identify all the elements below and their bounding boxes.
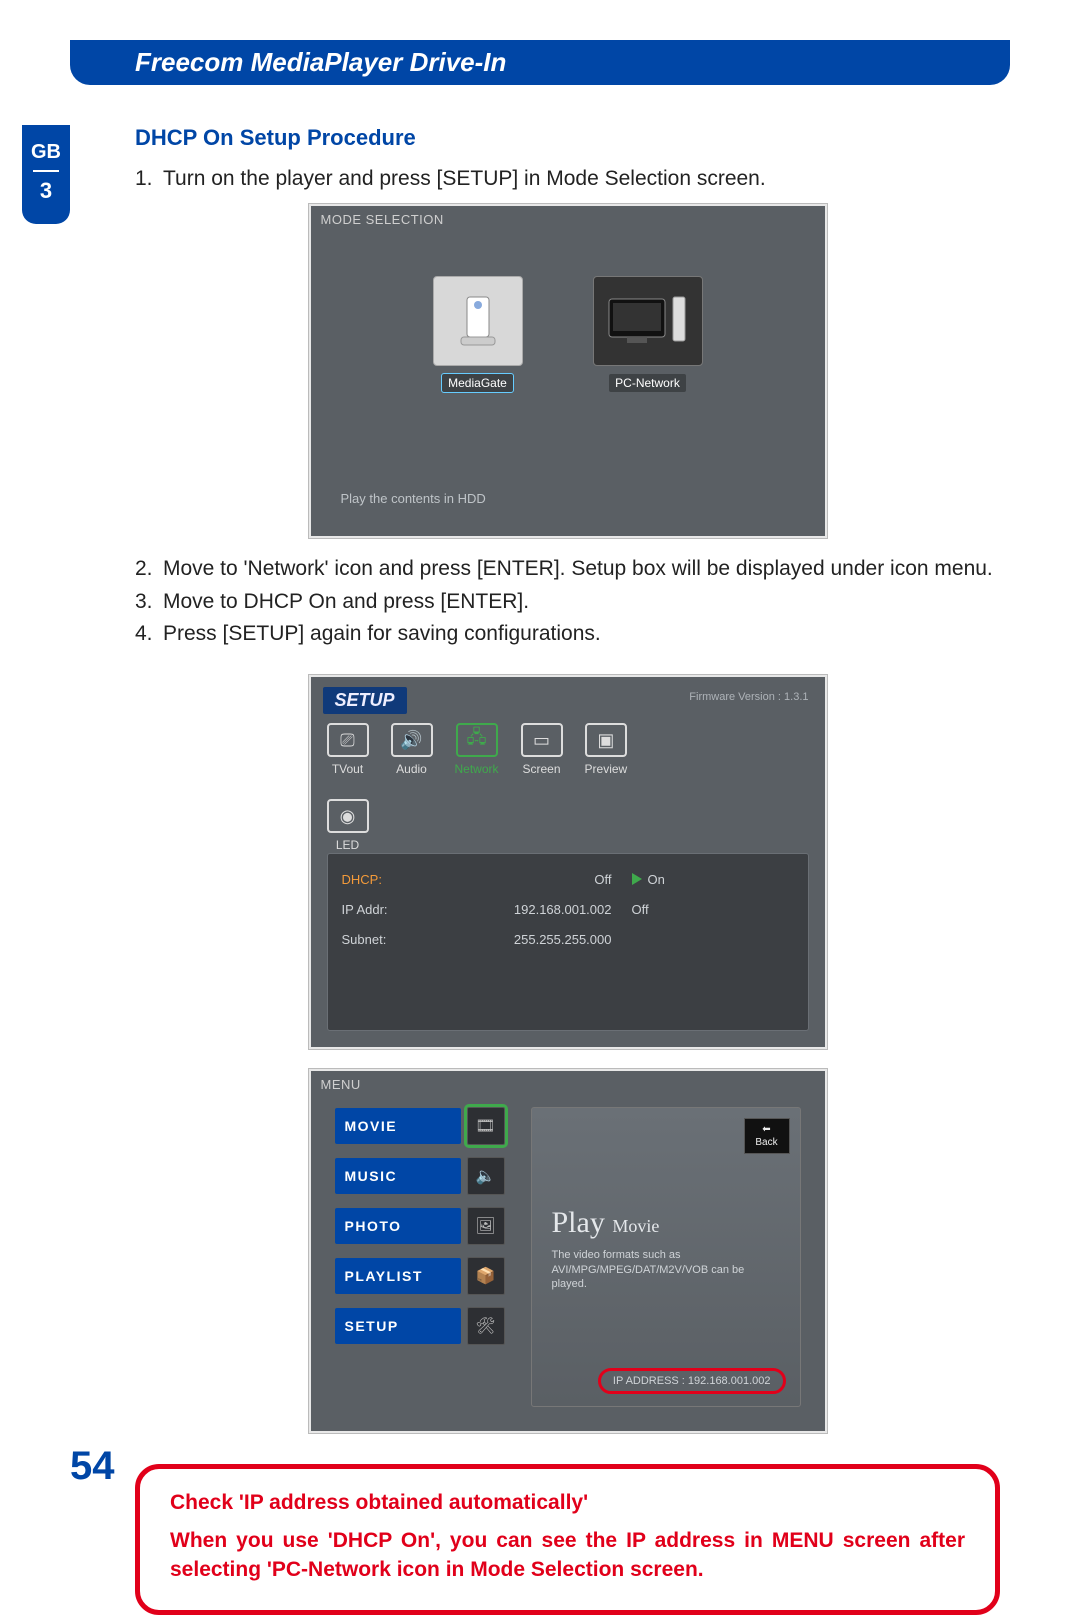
tools-icon: 🛠 — [467, 1307, 505, 1345]
tab-led: ◉LED — [327, 799, 369, 852]
section-title: DHCP On Setup Procedure — [135, 125, 1000, 151]
dhcp-option-on: On — [632, 872, 712, 887]
warning-body: When you use 'DHCP On', you can see the … — [170, 1527, 965, 1584]
side-tab: GB 3 — [22, 125, 70, 224]
setup-title: SETUP — [323, 687, 407, 714]
back-button: ⬅ Back — [744, 1118, 790, 1154]
firmware-version: Firmware Version : 1.3.1 — [689, 691, 808, 703]
page-number: 54 — [70, 1444, 115, 1489]
screenshot-mode-selection: MODE SELECTION MediaGate PC-Network Play… — [308, 203, 828, 539]
ip-value: 192.168.001.002 — [432, 902, 632, 917]
tab-tvout: ⎚TVout — [327, 723, 369, 776]
menu-preview: ⬅ Back Play Movie The video formats such… — [531, 1107, 801, 1407]
pcnetwork-icon — [593, 276, 703, 366]
menu-item-setup: SETUP 🛠 — [335, 1307, 505, 1345]
menu-title: MENU — [321, 1077, 361, 1092]
menu-item-playlist: PLAYLIST 📦 — [335, 1257, 505, 1295]
mediagate-label: MediaGate — [442, 374, 513, 392]
step-4: 4.Press [SETUP] again for saving configu… — [135, 620, 1000, 648]
setup-tabs: ⎚TVout 🔊Audio 🖧Network ▭Screen ▣Preview — [327, 723, 809, 776]
mediagate-icon — [433, 276, 523, 366]
setup-panel: DHCP: Off On IP Addr: 192.168.001.002 Of… — [327, 853, 809, 1031]
mode-selection-title: MODE SELECTION — [321, 212, 444, 227]
side-tab-chapter: 3 — [22, 178, 70, 204]
row-subnet: Subnet: 255.255.255.000 — [342, 924, 794, 954]
menu-list: MOVIE 🎞 MUSIC 🔈 PHOTO 🖼 PLAYLIST 📦 SETUP — [335, 1107, 505, 1345]
image-icon: 🖼 — [467, 1207, 505, 1245]
page-header: Freecom MediaPlayer Drive-In — [70, 40, 1010, 85]
film-icon: 🎞 — [467, 1107, 505, 1145]
tab-screen: ▭Screen — [521, 723, 563, 776]
warning-title: Check 'IP address obtained automatically… — [170, 1491, 965, 1515]
mode-icon-mediagate: MediaGate — [433, 276, 523, 392]
subnet-value: 255.255.255.000 — [432, 932, 632, 947]
tab-network: 🖧Network — [455, 723, 499, 776]
mode-status-text: Play the contents in HDD — [341, 491, 486, 506]
ip-label: IP Addr: — [342, 902, 432, 917]
step-1: 1.Turn on the player and press [SETUP] i… — [135, 165, 1000, 193]
dhcp-value: Off — [432, 872, 632, 887]
screenshot-setup: SETUP Firmware Version : 1.3.1 ⎚TVout 🔊A… — [308, 674, 828, 1050]
speaker-icon: 🔈 — [467, 1157, 505, 1195]
arrow-left-icon: ⬅ — [762, 1124, 770, 1135]
preview-description: The video formats such as AVI/MPG/MPEG/D… — [552, 1248, 760, 1291]
dhcp-label: DHCP: — [342, 872, 432, 887]
box-icon: 📦 — [467, 1257, 505, 1295]
side-tab-divider — [33, 170, 59, 172]
pcnetwork-label: PC-Network — [609, 374, 686, 392]
menu-item-music: MUSIC 🔈 — [335, 1157, 505, 1195]
side-tab-lang: GB — [22, 141, 70, 164]
dhcp-option-off: Off — [632, 902, 712, 917]
warning-box: Check 'IP address obtained automatically… — [135, 1464, 1000, 1615]
step-3: 3.Move to DHCP On and press [ENTER]. — [135, 588, 1000, 616]
row-ip: IP Addr: 192.168.001.002 Off — [342, 894, 794, 924]
tab-preview: ▣Preview — [585, 723, 628, 776]
menu-item-movie: MOVIE 🎞 — [335, 1107, 505, 1145]
row-dhcp: DHCP: Off On — [342, 864, 794, 894]
subnet-label: Subnet: — [342, 932, 432, 947]
header-title: Freecom MediaPlayer Drive-In — [135, 47, 506, 78]
mode-icon-pcnetwork: PC-Network — [593, 276, 703, 392]
menu-item-photo: PHOTO 🖼 — [335, 1207, 505, 1245]
ip-address-highlight: IP ADDRESS : 192.168.001.002 — [598, 1368, 786, 1394]
preview-title: Play Movie — [552, 1206, 660, 1240]
content-area: DHCP On Setup Procedure 1.Turn on the pl… — [135, 125, 1000, 1615]
screenshot-menu: MENU MOVIE 🎞 MUSIC 🔈 PHOTO 🖼 PLAYLIST 📦 — [308, 1068, 828, 1434]
step-2: 2.Move to 'Network' icon and press [ENTE… — [135, 555, 1000, 583]
tab-audio: 🔊Audio — [391, 723, 433, 776]
triangle-right-icon — [632, 873, 642, 885]
